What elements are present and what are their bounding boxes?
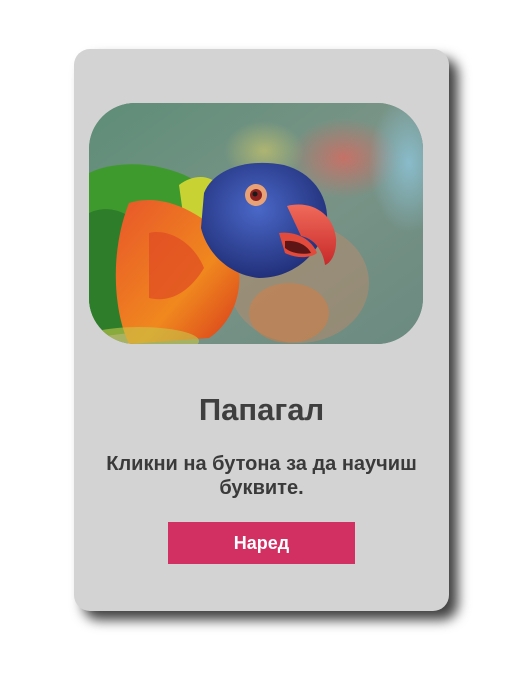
card-title: Папагал — [198, 392, 325, 427]
parrot-image — [89, 103, 423, 344]
lesson-card: Папагал Кликни на бутона за да научиш бу… — [74, 49, 449, 611]
card-description: Кликни на бутона за да научиш буквите. — [106, 453, 417, 499]
next-button[interactable]: Наред — [168, 522, 355, 564]
